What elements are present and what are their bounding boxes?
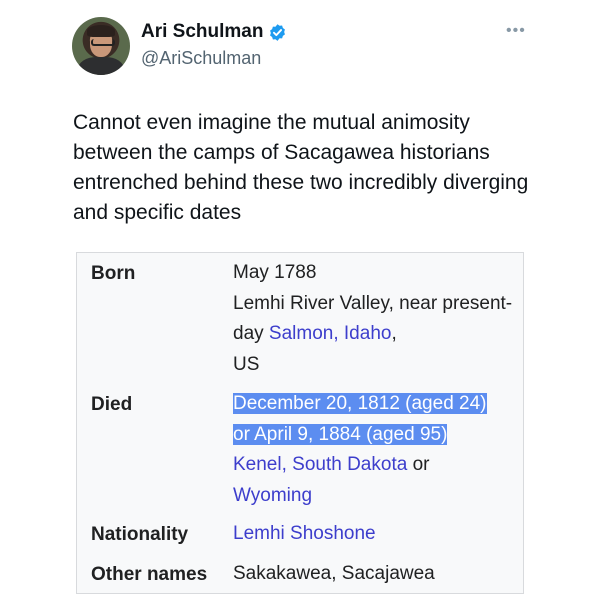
- infobox-image: Born May 1788 Lemhi River Valley, near p…: [76, 252, 524, 594]
- author-name-row: Ari Schulman: [141, 21, 287, 43]
- author-name[interactable]: Ari Schulman: [141, 21, 263, 43]
- wyoming-link[interactable]: Wyoming: [233, 485, 312, 506]
- verified-badge-icon: [270, 23, 286, 41]
- born-label: Born: [91, 263, 136, 284]
- other-names-value: Sakakawea, Sacajawea: [233, 563, 435, 584]
- salmon-idaho-link[interactable]: Salmon, Idaho: [269, 323, 392, 344]
- avatar-hair: [87, 25, 115, 37]
- died-date-highlighted-2: or April 9, 1884 (aged 95): [233, 423, 448, 445]
- born-place-suffix: ,: [391, 323, 397, 344]
- nationality-value: Lemhi Shoshone: [233, 519, 518, 550]
- avatar-glasses: [91, 39, 115, 46]
- died-place-or: or: [407, 454, 430, 475]
- other-names-label: Other names: [91, 564, 208, 585]
- avatar-shirt: [78, 57, 124, 75]
- died-value: December 20, 1812 (aged 24) or April 9, …: [233, 389, 518, 511]
- born-place: Lemhi River Valley, near present-day Sal…: [233, 289, 518, 350]
- author-handle[interactable]: @AriSchulman: [141, 48, 261, 69]
- kenel-south-dakota-link[interactable]: Kenel, South Dakota: [233, 454, 407, 475]
- born-country: US: [233, 353, 260, 375]
- born-date: May 1788: [233, 262, 317, 283]
- died-label: Died: [91, 394, 133, 415]
- born-value: May 1788 Lemhi River Valley, near presen…: [233, 258, 518, 380]
- more-horizontal-icon[interactable]: •••: [506, 22, 526, 40]
- died-date-highlighted-1: December 20, 1812 (aged 24): [233, 393, 487, 414]
- avatar[interactable]: [72, 17, 130, 75]
- lemhi-shoshone-link[interactable]: Lemhi Shoshone: [233, 523, 376, 544]
- nationality-label: Nationality: [91, 524, 189, 545]
- tweet-text: Cannot even imagine the mutual animosity…: [73, 111, 529, 224]
- tweet-header: Ari Schulman @AriSchulman •••: [72, 17, 572, 77]
